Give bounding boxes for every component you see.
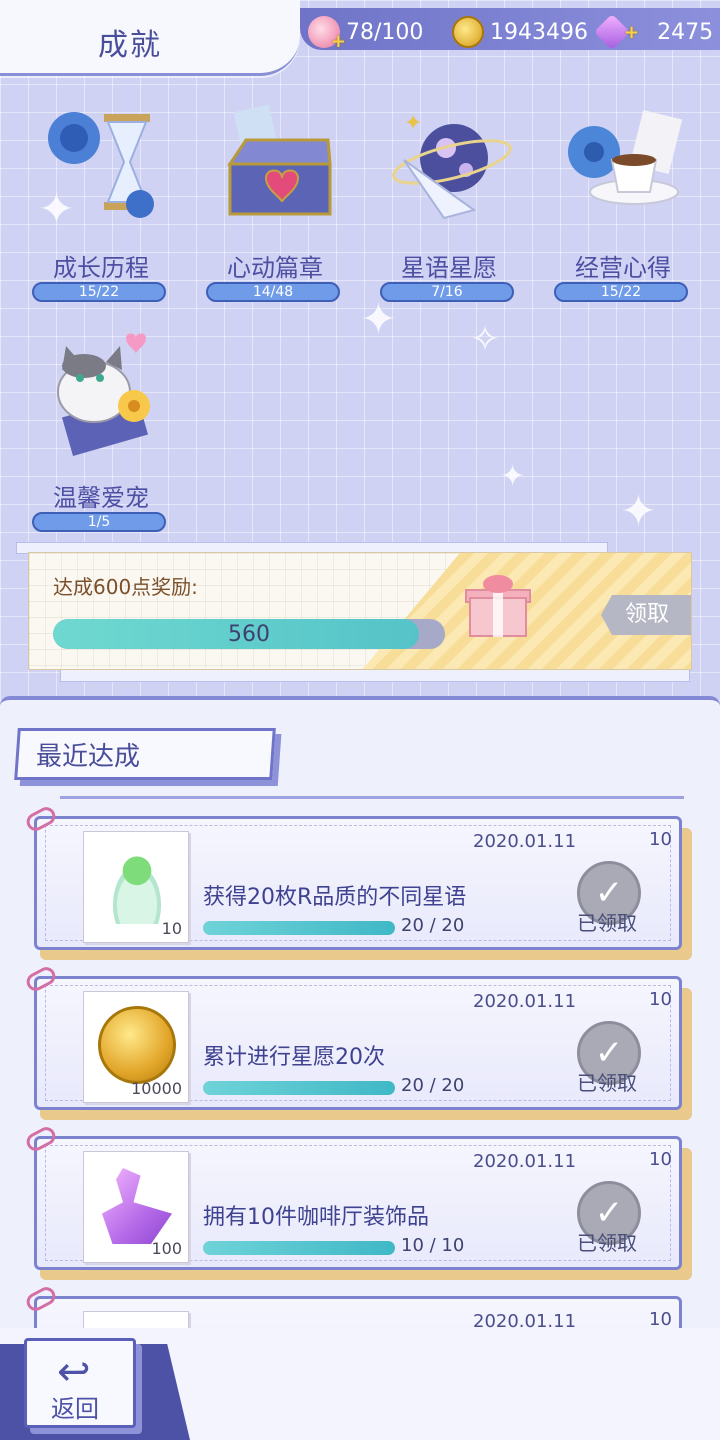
divider: [60, 796, 684, 799]
resource-bar: + 78/100 1943496 + 2475: [300, 8, 720, 52]
achievement-progress-fill: [203, 1081, 395, 1095]
coin-counter[interactable]: 1943496: [452, 16, 588, 48]
item-count: 10: [161, 919, 182, 938]
claimed-status: 已领取: [577, 1231, 637, 1255]
achievement-card: 100 2020.01.11 10 拥有10件咖啡厅装饰品 10 / 10 ✓ …: [23, 1124, 694, 1282]
hourglass-rose-icon: [48, 112, 154, 218]
achievement-progress-bar: [203, 1241, 395, 1255]
card-body: 10000 2020.01.11 10 累计进行星愿20次 20 / 20 ✓ …: [34, 976, 682, 1110]
category-label: 星语星愿: [401, 254, 497, 282]
plus-icon: +: [330, 31, 346, 52]
reward-item[interactable]: 100: [83, 1151, 189, 1263]
coin-icon: [452, 16, 484, 48]
category-progress: 15/22: [32, 282, 166, 302]
category-label: 温馨爱宠: [53, 484, 149, 512]
top-bar: 成就 + 78/100 1943496 + 2475: [0, 0, 720, 78]
category-heart[interactable]: 心动篇章 14/48: [190, 100, 360, 320]
category-pet[interactable]: 温馨爱宠 1/5: [16, 330, 186, 550]
achievement-card: 10000 2020.01.11 10 累计进行星愿20次 20 / 20 ✓ …: [23, 964, 694, 1122]
title-tab: 成就: [0, 0, 300, 76]
card-body: 10 2020.01.11 10 获得20枚R品质的不同星语 20 / 20 ✓…: [34, 816, 682, 950]
reward-title: 达成600点奖励:: [53, 575, 198, 599]
achievement-progress-fill: [203, 1241, 395, 1255]
category-star-wish[interactable]: ✦ 星语星愿 7/16: [364, 100, 534, 320]
page-title: 成就: [98, 28, 162, 63]
reward-panel-back: [60, 668, 690, 682]
item-count: 100: [151, 1239, 182, 1258]
claimed-status: 已领取: [577, 1071, 637, 1095]
clover-bowl-icon: [102, 848, 172, 924]
reward-item[interactable]: 10000: [83, 991, 189, 1103]
coin-value: 1943496: [490, 19, 588, 45]
achievement-progress-text: 20 / 20: [401, 915, 465, 936]
achievement-card: 10 2020.01.11 10 获得20枚R品质的不同星语 20 / 20 ✓…: [23, 804, 694, 962]
category-progress: 14/48: [206, 282, 340, 302]
achievement-points: 10: [649, 989, 672, 1010]
reward-progress-bar: 560: [53, 619, 445, 649]
achievement-date: 2020.01.11: [473, 991, 577, 1012]
coffee-cup-icon: [568, 109, 683, 205]
achievement-description: 拥有10件咖啡厅装饰品: [203, 1205, 429, 1230]
claim-reward-button[interactable]: 领取: [601, 595, 691, 635]
achievement-description: 累计进行星愿20次: [203, 1045, 385, 1070]
cat-pet-icon: [57, 333, 150, 456]
sparkle-icon: ✦: [500, 459, 526, 494]
sparkle-icon: ✦: [620, 486, 657, 537]
gem-value: 2475: [657, 19, 714, 45]
gold-coin-icon: [98, 1006, 176, 1084]
cake-stamina-icon: +: [308, 16, 346, 52]
category-progress: 1/5: [32, 512, 166, 532]
achievement-description: 获得20枚R品质的不同星语: [203, 885, 467, 910]
category-label: 经营心得: [575, 254, 671, 282]
achievement-progress-text: 10 / 10: [401, 1235, 465, 1256]
reward-item[interactable]: 10: [83, 831, 189, 943]
category-label: 成长历程: [53, 254, 149, 282]
plus-icon: +: [624, 21, 640, 43]
gift-bow: [483, 575, 513, 593]
achievement-progress-text: 20 / 20: [401, 1075, 465, 1096]
achievement-points: 10: [649, 829, 672, 850]
achievement-progress-fill: [203, 921, 395, 935]
reward-panel: 达成600点奖励: 560 领取: [28, 552, 692, 670]
reward-current-value: 560: [228, 622, 270, 647]
claimed-status: 已领取: [577, 911, 637, 935]
planet-star-icon: ✦: [392, 111, 512, 220]
gem-counter[interactable]: + 2475: [593, 13, 714, 51]
heart-box-icon: [227, 104, 332, 216]
achievement-date: 2020.01.11: [473, 1151, 577, 1172]
recent-title: 最近达成: [36, 742, 141, 772]
sparkle-icon: ✧: [470, 319, 501, 360]
category-business[interactable]: 经营心得 15/22: [538, 100, 708, 320]
achievement-date: 2020.01.11: [473, 831, 577, 852]
achievement-points: 10: [649, 1309, 672, 1330]
gift-box-icon: [465, 575, 531, 637]
item-count: 10000: [131, 1079, 182, 1098]
category-growth[interactable]: 成长历程 15/22: [16, 100, 186, 320]
stamina-value: 78/100: [346, 19, 424, 45]
svg-text:✦: ✦: [404, 111, 422, 136]
achievement-points: 10: [649, 1149, 672, 1170]
category-label: 心动篇章: [227, 254, 323, 282]
category-progress: 7/16: [380, 282, 514, 302]
card-body: 100 2020.01.11 10 拥有10件咖啡厅装饰品 10 / 10 ✓ …: [34, 1136, 682, 1270]
achievement-progress-bar: [203, 1081, 395, 1095]
back-label: 返回: [51, 1395, 99, 1423]
back-button[interactable]: ↩ 返回: [24, 1338, 136, 1428]
achievement-progress-bar: [203, 921, 395, 935]
crystal-swan-icon: [102, 1168, 172, 1244]
stamina-counter[interactable]: + 78/100: [308, 16, 424, 52]
category-progress: 15/22: [554, 282, 688, 302]
